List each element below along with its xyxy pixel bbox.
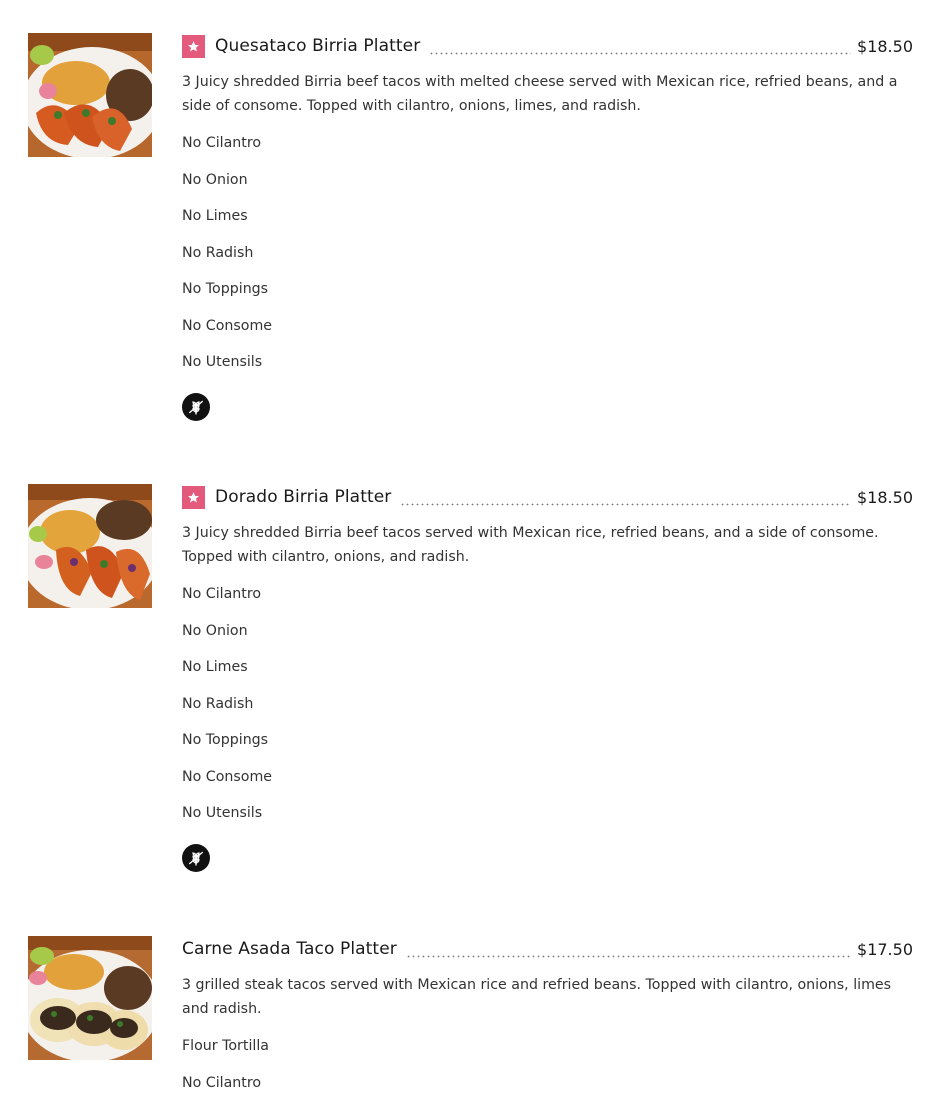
option-no-radish: No Radish — [182, 242, 913, 279]
option-no-cilantro: No Cilantro — [182, 132, 913, 169]
option-no-limes: No Limes — [182, 656, 913, 693]
item-options: Flour Tortilla No Cilantro — [182, 1035, 913, 1108]
option-no-radish: No Radish — [182, 693, 913, 730]
item-price: $18.50 — [857, 488, 913, 507]
option-no-toppings: No Toppings — [182, 278, 913, 315]
dotted-leader — [429, 50, 851, 56]
dotted-leader — [400, 501, 851, 507]
gluten-free-icon — [182, 393, 210, 421]
option-no-toppings: No Toppings — [182, 729, 913, 766]
option-no-cilantro: No Cilantro — [182, 1072, 913, 1108]
option-no-utensils: No Utensils — [182, 351, 913, 388]
item-description: 3 Juicy shredded Birria beef tacos with … — [182, 70, 913, 118]
item-options: No Cilantro No Onion No Limes No Radish … — [182, 132, 913, 388]
option-flour-tortilla: Flour Tortilla — [182, 1035, 913, 1072]
featured-star-icon — [182, 486, 205, 509]
item-description: 3 grilled steak tacos served with Mexica… — [182, 973, 913, 1021]
dish-photo[interactable] — [28, 33, 152, 157]
option-no-utensils: No Utensils — [182, 802, 913, 839]
dish-photo[interactable] — [28, 484, 152, 608]
option-no-limes: No Limes — [182, 205, 913, 242]
featured-star-icon — [182, 35, 205, 58]
option-no-cilantro: No Cilantro — [182, 583, 913, 620]
item-price: $17.50 — [857, 940, 913, 959]
item-options: No Cilantro No Onion No Limes No Radish … — [182, 583, 913, 839]
dotted-leader — [406, 953, 851, 959]
item-name: Quesataco Birria Platter — [215, 36, 420, 56]
option-no-onion: No Onion — [182, 620, 913, 657]
option-no-consome: No Consome — [182, 315, 913, 352]
menu-section: Quesataco Birria Platter $18.50 3 Juicy … — [0, 0, 945, 1085]
dish-photo[interactable] — [28, 936, 152, 1060]
option-no-consome: No Consome — [182, 766, 913, 803]
item-name: Carne Asada Taco Platter — [182, 939, 397, 959]
item-price: $18.50 — [857, 37, 913, 56]
item-name: Dorado Birria Platter — [215, 487, 391, 507]
gluten-free-icon — [182, 844, 210, 872]
item-description: 3 Juicy shredded Birria beef tacos serve… — [182, 521, 913, 569]
option-no-onion: No Onion — [182, 169, 913, 206]
